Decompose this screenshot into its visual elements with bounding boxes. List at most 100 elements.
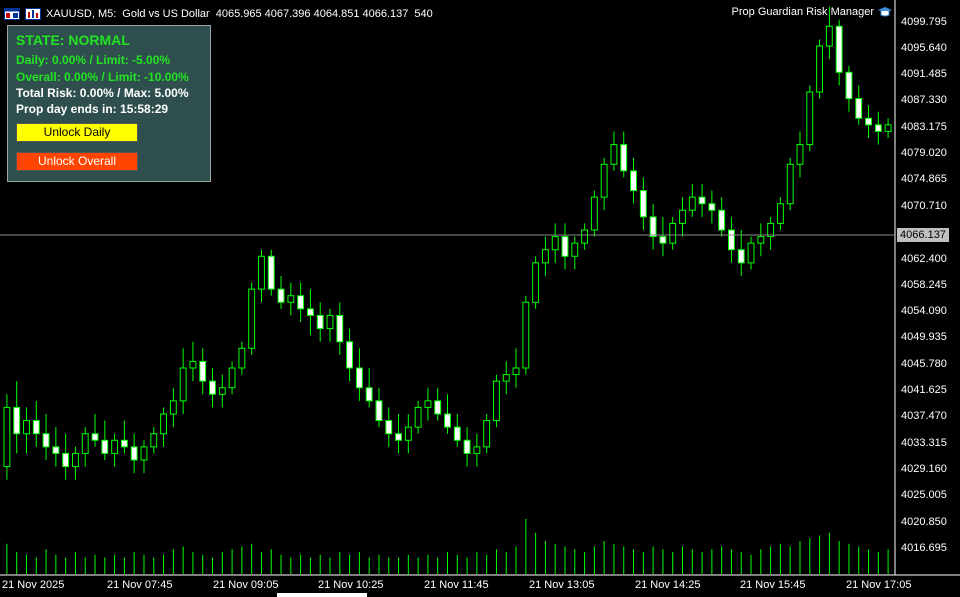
price-tick: 4087.330 [901, 94, 947, 106]
ohlc-values: 4065.965 4067.396 4064.851 4066.137 [215, 8, 409, 20]
time-tick: 21 Nov 07:45 [107, 579, 173, 591]
candle-body [512, 367, 520, 376]
candle-body [483, 420, 491, 448]
candle-body [267, 255, 275, 290]
candle-body [571, 242, 579, 257]
candle-body [816, 45, 824, 93]
candle-body [561, 236, 569, 257]
candle-body [855, 98, 863, 119]
candle-body [297, 295, 305, 310]
candle-body [13, 406, 21, 435]
candle-body [639, 190, 647, 218]
candle-body [169, 400, 177, 415]
time-tick: 21 Nov 13:05 [529, 579, 595, 591]
time-tick: 21 Nov 2025 [2, 579, 65, 591]
candle-body [248, 288, 256, 349]
symbol-description: Gold vs US Dollar [122, 8, 210, 20]
candle-body [590, 196, 598, 231]
chart-info-bar: XAUUSD, M5: Gold vs US Dollar 4065.965 4… [4, 6, 439, 22]
price-tick: 4041.625 [901, 384, 947, 396]
candle-body [541, 249, 549, 264]
candle-body [306, 308, 314, 316]
candle-body [160, 413, 167, 435]
candle-body [287, 295, 295, 303]
candle-body [600, 163, 608, 198]
candle-body [62, 452, 70, 468]
state-label: STATE: NORMAL [16, 32, 130, 48]
candle-body [385, 420, 393, 435]
candle-body [532, 262, 540, 303]
candle-body [424, 400, 432, 408]
time-tick: 21 Nov 09:05 [213, 579, 279, 591]
candle-body [130, 446, 138, 461]
candle-body [806, 91, 814, 146]
unlock-overall-button[interactable]: Unlock Overall [16, 152, 138, 171]
candle-body [845, 71, 853, 100]
price-tick: 4045.780 [901, 358, 947, 370]
candle-body [209, 380, 216, 395]
candle-body [258, 255, 265, 290]
candle-body [620, 144, 628, 172]
price-tick: 4099.795 [901, 16, 947, 28]
candle-body [825, 25, 833, 47]
candle-body [91, 433, 99, 441]
candle-body [776, 203, 784, 224]
price-tick: 4054.090 [901, 305, 947, 317]
candle-body [688, 196, 696, 211]
candle-body [414, 406, 422, 428]
candle-body [493, 380, 500, 422]
candle-body [659, 236, 667, 244]
price-tick: 4033.315 [901, 437, 947, 449]
candle-body [610, 144, 618, 165]
price-tick: 4083.175 [901, 121, 947, 133]
candle-body [365, 387, 373, 402]
price-tick: 4091.485 [901, 68, 947, 80]
candle-body [111, 439, 119, 454]
candle-body [355, 367, 363, 389]
candle-body [189, 360, 197, 369]
candle-body [71, 452, 79, 468]
candle-body [179, 367, 187, 402]
candle-body [502, 374, 510, 382]
price-tick: 4049.935 [901, 331, 947, 343]
price-tick: 4020.850 [901, 516, 947, 528]
price-tick: 4029.160 [901, 463, 947, 475]
candle-body [551, 236, 559, 251]
time-tick: 21 Nov 11:45 [424, 579, 489, 591]
chart-scrollbar[interactable] [277, 593, 367, 597]
candle-body [434, 400, 442, 415]
candle-body [718, 209, 726, 231]
candle-body [316, 314, 324, 330]
candle-body [326, 314, 334, 330]
chart-window-icon[interactable] [4, 8, 20, 20]
unlock-daily-button[interactable]: Unlock Daily [16, 123, 138, 142]
candle-body [884, 124, 892, 132]
candle-body [120, 439, 128, 448]
candle-body [453, 426, 461, 441]
volume-bars [6, 519, 889, 574]
candle-body [698, 196, 706, 205]
price-tick: 4037.470 [901, 410, 947, 422]
price-tick: 4074.865 [901, 173, 947, 185]
candle-body [649, 216, 657, 238]
candle-body [375, 400, 383, 422]
ea-name: Prop Guardian Risk Manager [731, 6, 874, 18]
expert-advisor-label[interactable]: Prop Guardian Risk Manager [732, 6, 892, 18]
candle-body [228, 367, 236, 389]
candle-body [404, 426, 412, 441]
bars-chart-icon[interactable] [25, 8, 41, 20]
price-tick: 4016.695 [901, 542, 947, 554]
candle-body [835, 25, 843, 73]
candle-body [42, 433, 50, 448]
candle-body [522, 301, 530, 369]
candle-body [630, 170, 637, 192]
prop-day-countdown: Prop day ends in: 15:58:29 [16, 102, 169, 116]
candle-body [679, 209, 686, 224]
time-tick: 21 Nov 10:25 [318, 579, 384, 591]
current-price-tag: 4066.137 [897, 228, 949, 242]
candle-body [52, 446, 60, 454]
price-tick: 4025.005 [901, 489, 947, 501]
price-tick: 4058.245 [901, 279, 947, 291]
candle-body [277, 288, 285, 303]
candle-body [747, 242, 755, 264]
